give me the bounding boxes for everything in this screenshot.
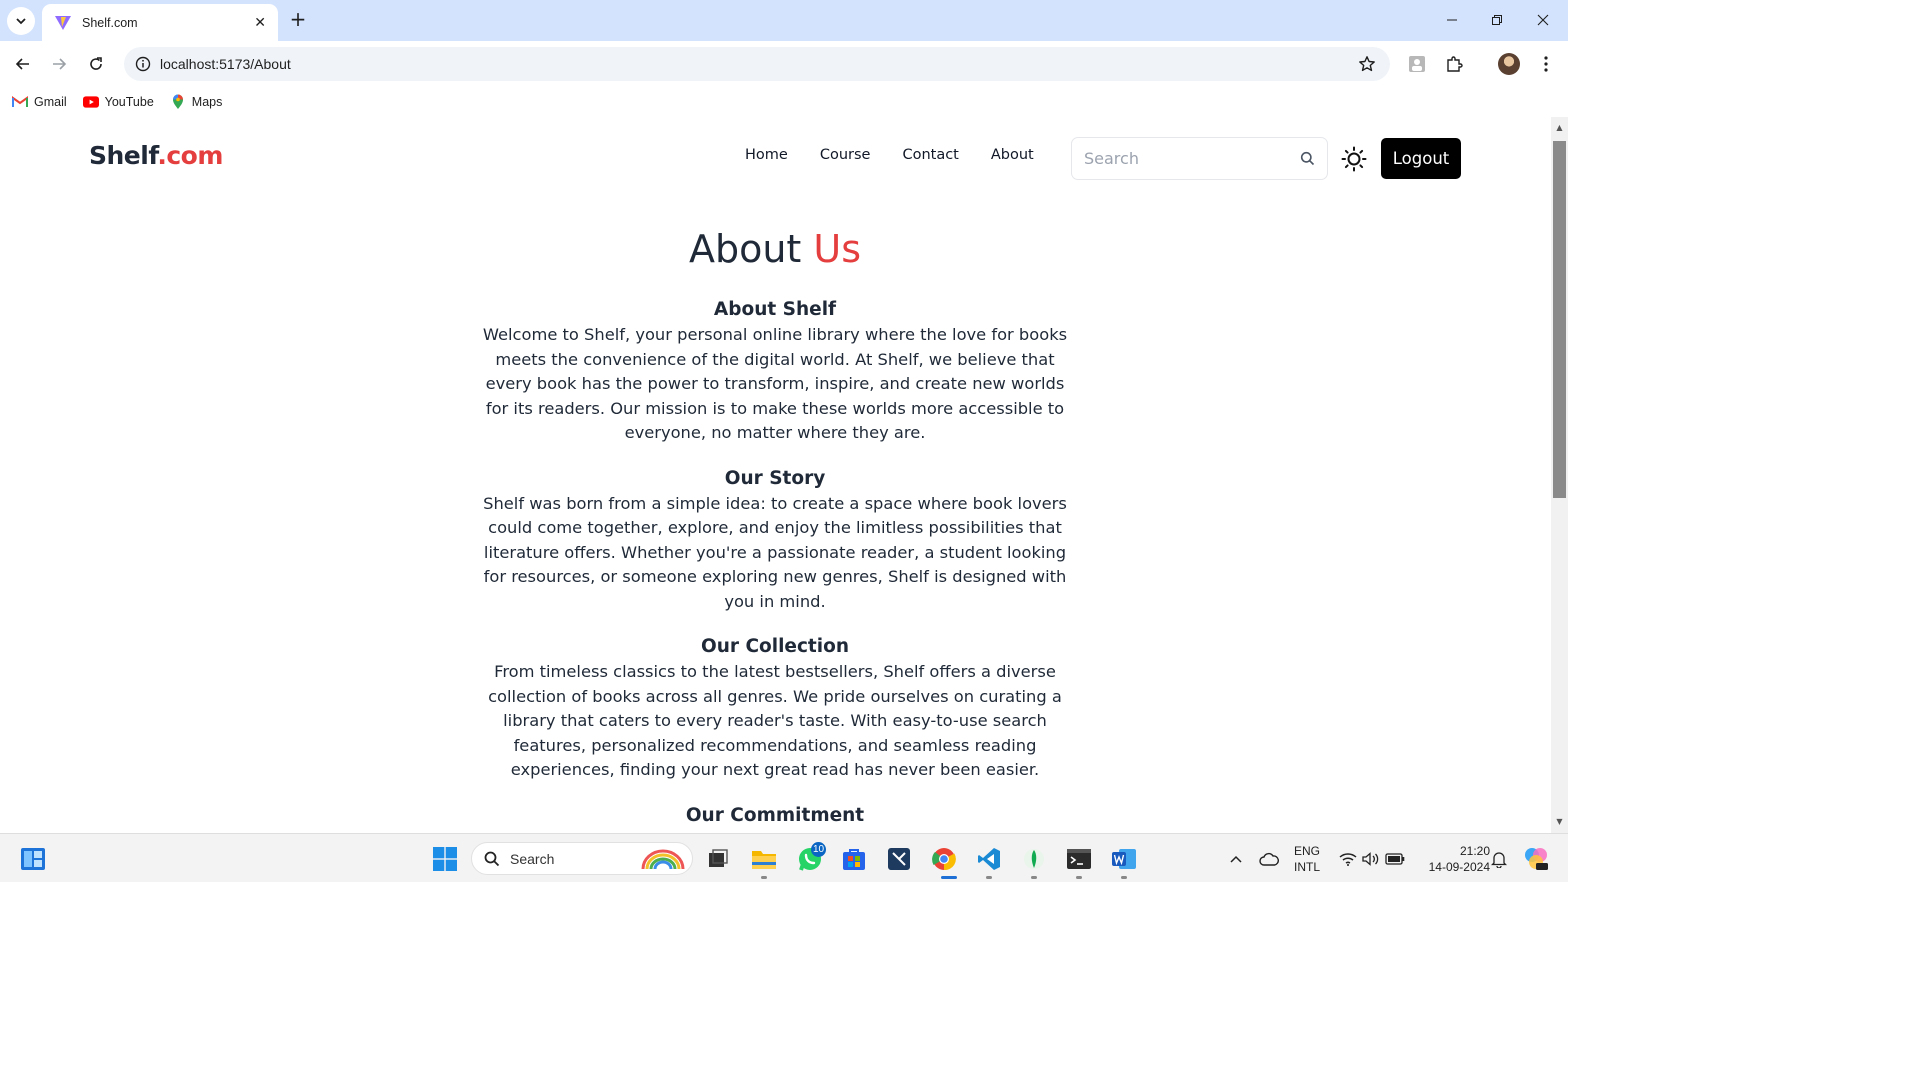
page-viewport: Shelf.com Home Course Contact About Lo bbox=[0, 117, 1551, 833]
windows-taskbar: Search ENG INTL 21:20 14-09-2024 bbox=[0, 833, 1568, 882]
running-indicator bbox=[986, 876, 992, 879]
section-our-commitment: Our Commitment bbox=[475, 803, 1075, 829]
section-body: Shelf was born from a simple idea: to cr… bbox=[483, 493, 1067, 611]
arrow-right-icon bbox=[53, 58, 67, 70]
language-indicator[interactable]: ENG INTL bbox=[1289, 843, 1325, 875]
bookmark-star-icon[interactable] bbox=[1350, 47, 1384, 81]
reload-icon bbox=[90, 57, 102, 70]
bookmarks-bar: Gmail YouTube Maps bbox=[0, 87, 1568, 117]
clock[interactable]: 21:20 14-09-2024 bbox=[1428, 843, 1490, 875]
profile-avatar[interactable] bbox=[1498, 53, 1520, 75]
restore-button[interactable] bbox=[1484, 8, 1510, 32]
word-icon[interactable] bbox=[1109, 844, 1139, 874]
minimize-button[interactable] bbox=[1439, 8, 1465, 32]
back-button[interactable] bbox=[10, 51, 36, 77]
sun-icon bbox=[1341, 146, 1367, 172]
section-body: Welcome to Shelf, your personal online l… bbox=[482, 325, 1068, 442]
section-about-shelf: About Shelf Welcome to Shelf, your perso… bbox=[475, 297, 1075, 446]
restore-icon bbox=[1492, 15, 1502, 25]
section-title: Our Collection bbox=[700, 636, 849, 657]
theme-toggle-button[interactable] bbox=[1340, 145, 1368, 173]
close-tab-icon[interactable]: ✕ bbox=[254, 15, 266, 31]
extensions-puzzle-icon[interactable] bbox=[1441, 51, 1467, 77]
bookmark-maps[interactable]: Maps bbox=[170, 94, 222, 110]
snipping-tool-icon[interactable] bbox=[884, 844, 914, 874]
site-navbar: Shelf.com Home Course Contact About Lo bbox=[0, 117, 1551, 199]
active-indicator bbox=[941, 876, 957, 879]
nav-home[interactable]: Home bbox=[729, 147, 804, 163]
terminal-icon[interactable] bbox=[1064, 844, 1094, 874]
nav-about[interactable]: About bbox=[975, 147, 1050, 163]
chrome-icon[interactable] bbox=[929, 844, 959, 874]
section-our-story: Our Story Shelf was born from a simple i… bbox=[475, 466, 1075, 615]
scroll-down-arrow-icon[interactable]: ▼ bbox=[1555, 817, 1564, 826]
gmail-icon bbox=[12, 94, 28, 110]
widgets-icon[interactable] bbox=[18, 844, 48, 874]
browser-menu-icon[interactable] bbox=[1533, 51, 1559, 77]
site-info-icon[interactable] bbox=[126, 47, 160, 81]
logout-button[interactable]: Logout bbox=[1381, 138, 1461, 179]
browser-toolbar: localhost:5173/About bbox=[0, 41, 1568, 87]
whatsapp-badge: 10 bbox=[811, 842, 826, 857]
tab-strip: Shelf.com ✕ + bbox=[0, 0, 1568, 41]
profile-extension-icon[interactable] bbox=[1404, 51, 1430, 77]
address-bar[interactable]: localhost:5173/About bbox=[124, 47, 1390, 81]
section-our-collection: Our Collection From timeless classics to… bbox=[475, 634, 1075, 783]
maps-icon bbox=[170, 94, 186, 110]
bookmark-youtube[interactable]: YouTube bbox=[82, 94, 154, 110]
close-icon bbox=[1537, 14, 1549, 26]
copilot-icon[interactable] bbox=[1521, 844, 1551, 874]
running-indicator bbox=[1076, 876, 1082, 879]
file-explorer-icon[interactable] bbox=[749, 844, 779, 874]
forward-button[interactable] bbox=[46, 51, 72, 77]
nav-contact[interactable]: Contact bbox=[886, 147, 974, 163]
site-logo[interactable]: Shelf.com bbox=[89, 141, 223, 170]
minimize-icon bbox=[1447, 19, 1457, 21]
scrollbar-thumb[interactable] bbox=[1553, 141, 1566, 498]
tab-title: Shelf.com bbox=[82, 15, 138, 30]
start-button[interactable] bbox=[430, 844, 460, 874]
show-hidden-icons-chevron-icon[interactable] bbox=[1221, 844, 1251, 874]
battery-icon[interactable] bbox=[1380, 844, 1410, 874]
search-input[interactable] bbox=[1084, 149, 1300, 168]
close-window-button[interactable] bbox=[1530, 8, 1556, 32]
nav-course[interactable]: Course bbox=[804, 147, 887, 163]
onedrive-cloud-icon[interactable] bbox=[1254, 844, 1284, 874]
section-body: From timeless classics to the latest bes… bbox=[488, 662, 1062, 779]
browser-tab[interactable]: Shelf.com ✕ bbox=[42, 4, 278, 41]
bookmark-gmail[interactable]: Gmail bbox=[12, 94, 67, 110]
search-icon[interactable] bbox=[1300, 151, 1315, 166]
arrow-left-icon bbox=[15, 58, 29, 70]
tab-search-button[interactable] bbox=[7, 7, 35, 35]
running-indicator bbox=[1031, 876, 1037, 879]
running-indicator bbox=[761, 876, 767, 879]
reload-button[interactable] bbox=[83, 51, 109, 77]
notifications-bell-icon[interactable] bbox=[1484, 844, 1514, 874]
new-tab-button[interactable]: + bbox=[287, 9, 309, 31]
scroll-up-arrow-icon[interactable]: ▲ bbox=[1555, 123, 1564, 132]
vite-favicon-icon bbox=[55, 15, 71, 30]
url-text[interactable]: localhost:5173/About bbox=[160, 56, 1350, 72]
running-indicator bbox=[1121, 876, 1127, 879]
rainbow-search-highlight-icon bbox=[641, 849, 685, 870]
chevron-down-icon bbox=[16, 18, 26, 25]
microsoft-store-icon[interactable] bbox=[839, 844, 869, 874]
windows-logo-icon bbox=[433, 847, 457, 871]
task-view-icon[interactable] bbox=[703, 844, 733, 874]
section-title: Our Commitment bbox=[685, 804, 865, 826]
vscode-icon[interactable] bbox=[974, 844, 1004, 874]
mongodb-compass-icon[interactable] bbox=[1019, 844, 1049, 874]
search-box bbox=[1071, 137, 1328, 180]
main-menu: Home Course Contact About bbox=[729, 147, 1050, 163]
page-scrollbar[interactable]: ▲ ▼ bbox=[1551, 117, 1568, 833]
youtube-icon bbox=[82, 94, 99, 110]
about-content: About Us About Shelf Welcome to Shelf, y… bbox=[475, 225, 1075, 829]
taskbar-search[interactable]: Search bbox=[471, 842, 693, 875]
section-title: Our Story bbox=[724, 467, 826, 489]
page-title: About Us bbox=[688, 227, 862, 271]
search-icon bbox=[484, 851, 500, 866]
section-title: About Shelf bbox=[713, 299, 837, 320]
